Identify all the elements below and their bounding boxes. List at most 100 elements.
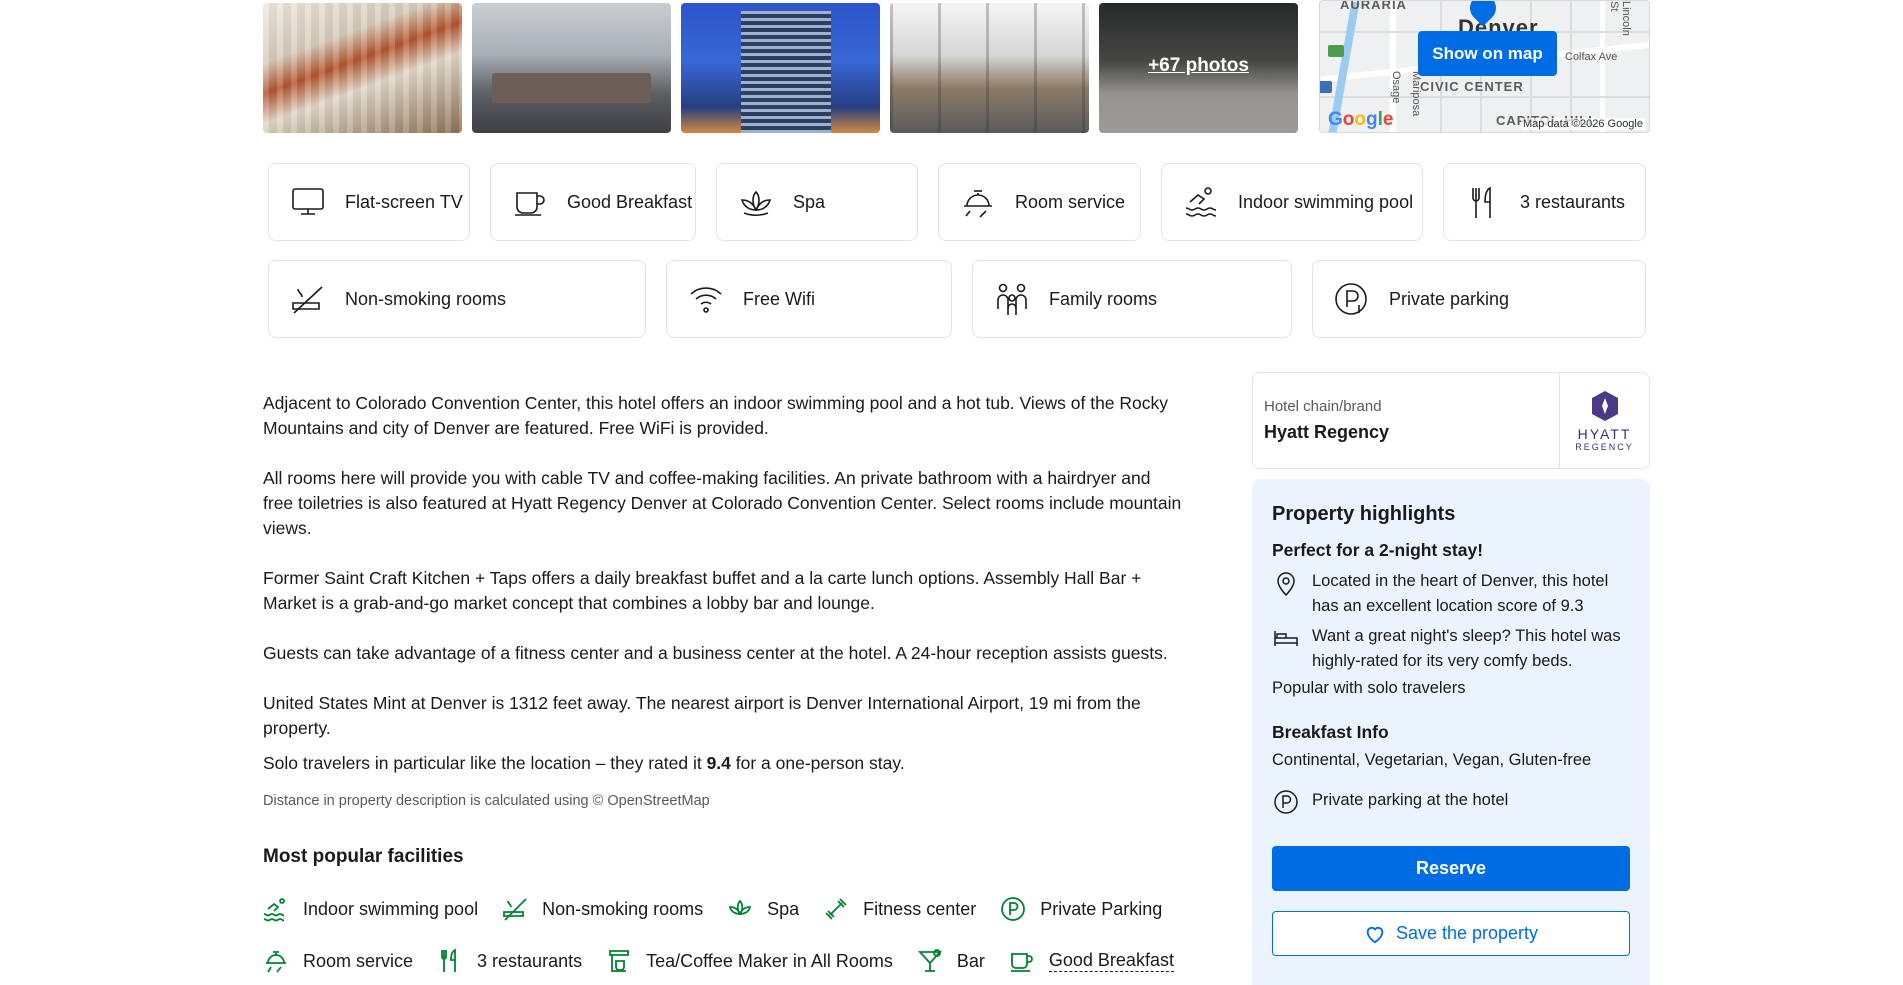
room-service-icon bbox=[959, 183, 997, 221]
family-icon bbox=[993, 280, 1031, 318]
gallery-photo-meeting-room[interactable] bbox=[890, 3, 1089, 133]
tv-icon bbox=[289, 183, 327, 221]
popular-facilities-title: Most popular facilities bbox=[263, 846, 464, 867]
chip-spa: Spa bbox=[716, 163, 918, 241]
solo-suffix: for a one-person stay. bbox=[730, 753, 905, 773]
property-highlights-panel: Property highlights Perfect for a 2-nigh… bbox=[1252, 479, 1650, 985]
chip-non-smoking-rooms: Non-smoking rooms bbox=[268, 260, 646, 338]
chip-good-breakfast: Good Breakfast bbox=[490, 163, 696, 241]
photo-gallery: +67 photos AURARIA CIVIC CENTER CAPITOL … bbox=[263, 0, 1650, 133]
chip-room-service: Room service bbox=[938, 163, 1141, 241]
property-description: Adjacent to Colorado Convention Center, … bbox=[263, 391, 1183, 814]
highlight-parking: Private parking at the hotel bbox=[1272, 788, 1630, 816]
gallery-photo-restaurant[interactable] bbox=[263, 3, 462, 133]
coffee-maker-icon bbox=[609, 950, 629, 972]
description-paragraph: All rooms here will provide you with cab… bbox=[263, 468, 1182, 538]
parking-icon bbox=[1274, 790, 1298, 814]
save-property-label: Save the property bbox=[1395, 923, 1539, 943]
popular-facility-item: Indoor swimming pool bbox=[263, 896, 478, 922]
spa-icon bbox=[737, 183, 775, 221]
popular-facility-item: 3 restaurants bbox=[437, 948, 582, 974]
popular-facility-item: Tea/Coffee Maker in All Rooms bbox=[606, 948, 893, 974]
logo-word-hyatt: HYATT bbox=[1577, 425, 1632, 442]
chip-label: Non-smoking rooms bbox=[345, 288, 507, 309]
chip-label: Good Breakfast bbox=[567, 191, 693, 212]
popular-facility-item[interactable]: Good Breakfast bbox=[1009, 948, 1174, 974]
pool-icon bbox=[1182, 183, 1220, 221]
chip-label: Indoor swimming pool bbox=[1238, 191, 1414, 212]
breakfast-info-text: Continental, Vegetarian, Vegan, Gluten-f… bbox=[1272, 751, 1592, 769]
popular-facility-item: Spa bbox=[727, 896, 799, 922]
solo-travelers-note: Solo travelers in particular like the lo… bbox=[263, 751, 1183, 776]
brand-name: Hyatt Regency bbox=[1264, 422, 1390, 442]
chip-label: 3 restaurants bbox=[1520, 191, 1626, 212]
chip-family-rooms: Family rooms bbox=[972, 260, 1292, 338]
parking-icon bbox=[1001, 897, 1026, 921]
popular-facility-item: Room service bbox=[263, 948, 413, 974]
chip-restaurants: 3 restaurants bbox=[1443, 163, 1646, 241]
hyatt-logo-icon bbox=[1591, 390, 1618, 421]
popular-facility-item: Fitness center bbox=[823, 896, 976, 922]
popular-facilities-row: Indoor swimming pool Non-smoking rooms S… bbox=[263, 896, 1186, 922]
location-pin-icon bbox=[1277, 572, 1295, 597]
description-paragraph: Former Saint Craft Kitchen + Taps offers… bbox=[263, 568, 1142, 613]
wifi-icon bbox=[687, 280, 725, 318]
solo-prefix: Solo travelers in particular like the lo… bbox=[263, 753, 707, 773]
breakfast-info-title: Breakfast Info bbox=[1272, 722, 1389, 742]
show-on-map-button[interactable]: Show on map bbox=[1418, 31, 1557, 76]
map-street-colfax: Colfax Ave bbox=[1565, 51, 1618, 63]
google-logo: Google bbox=[1328, 109, 1394, 130]
cocktail-icon bbox=[917, 949, 942, 972]
gallery-photo-more[interactable]: +67 photos bbox=[1099, 3, 1298, 133]
logo-word-regency: REGENCY bbox=[1575, 441, 1634, 452]
chip-label: Private parking bbox=[1389, 288, 1510, 309]
highlight-parking-text: Private parking at the hotel bbox=[1312, 791, 1509, 809]
no-smoking-icon bbox=[503, 898, 527, 921]
description-paragraph: Adjacent to Colorado Convention Center, … bbox=[263, 393, 1169, 438]
gallery-photo-exterior[interactable] bbox=[681, 3, 880, 133]
map-attribution[interactable]: Map data ©2026 Google bbox=[1520, 118, 1645, 130]
highlight-sleep: Want a great night's sleep? This hotel w… bbox=[1272, 624, 1630, 674]
map-street-lincoln: Lincoln St bbox=[1608, 1, 1632, 36]
popular-facility-item: Non-smoking rooms bbox=[502, 896, 703, 922]
popular-facility-label[interactable]: Good Breakfast bbox=[1048, 950, 1174, 972]
popular-facility-item: Bar bbox=[917, 948, 985, 974]
map-label-civic-center: CIVIC CENTER bbox=[1420, 79, 1524, 94]
chip-label: Free Wifi bbox=[743, 288, 815, 309]
brand-caption: Hotel chain/brand bbox=[1264, 398, 1382, 415]
save-property-button[interactable]: Save the property bbox=[1272, 911, 1630, 956]
map-thumbnail[interactable]: AURARIA CIVIC CENTER CAPITOL HILL Denver… bbox=[1319, 0, 1650, 133]
no-smoking-icon bbox=[289, 280, 327, 318]
osm-note: Distance in property description is calc… bbox=[263, 793, 710, 809]
solo-score: 9.4 bbox=[706, 753, 731, 773]
cup-icon bbox=[511, 183, 549, 221]
pool-icon bbox=[263, 898, 285, 922]
chip-private-parking: Private parking bbox=[1312, 260, 1646, 338]
cup-icon bbox=[1010, 953, 1033, 972]
room-service-icon bbox=[266, 951, 286, 973]
chip-label: Spa bbox=[793, 191, 826, 212]
bed-icon bbox=[1274, 631, 1298, 646]
stay-title: Perfect for a 2-night stay! bbox=[1272, 540, 1484, 560]
description-paragraph: Guests can take advantage of a fitness c… bbox=[263, 643, 1168, 663]
popular-facility-label: Tea/Coffee Maker in All Rooms bbox=[646, 950, 893, 971]
heart-icon bbox=[1366, 926, 1384, 943]
map-label-auraria: AURARIA bbox=[1340, 0, 1407, 12]
restaurant-icon bbox=[1464, 183, 1502, 221]
hotel-brand-card: Hotel chain/brand Hyatt Regency HYATT RE… bbox=[1252, 372, 1650, 469]
popular-facility-label: Bar bbox=[956, 950, 985, 971]
popular-facility-label: Indoor swimming pool bbox=[303, 898, 479, 919]
highlight-sleep-text: Want a great night's sleep? This hotel w… bbox=[1312, 627, 1621, 670]
popular-facility-label: Spa bbox=[767, 898, 800, 919]
reserve-button[interactable]: Reserve bbox=[1272, 846, 1630, 891]
chip-flat-screen-tv: Flat-screen TV bbox=[268, 163, 470, 241]
popular-facility-item: Private Parking bbox=[1000, 896, 1162, 922]
popular-facility-label: Room service bbox=[303, 950, 414, 971]
highlight-location-text: Located in the heart of Denver, this hot… bbox=[1312, 572, 1609, 615]
more-photos-link[interactable]: +67 photos bbox=[1099, 55, 1298, 77]
hyatt-regency-logo: HYATT REGENCY bbox=[1559, 373, 1649, 468]
chip-indoor-swimming-pool: Indoor swimming pool bbox=[1161, 163, 1423, 241]
gallery-photo-room[interactable] bbox=[472, 3, 671, 133]
highlights-title: Property highlights bbox=[1272, 503, 1456, 525]
fitness-icon bbox=[825, 898, 847, 920]
